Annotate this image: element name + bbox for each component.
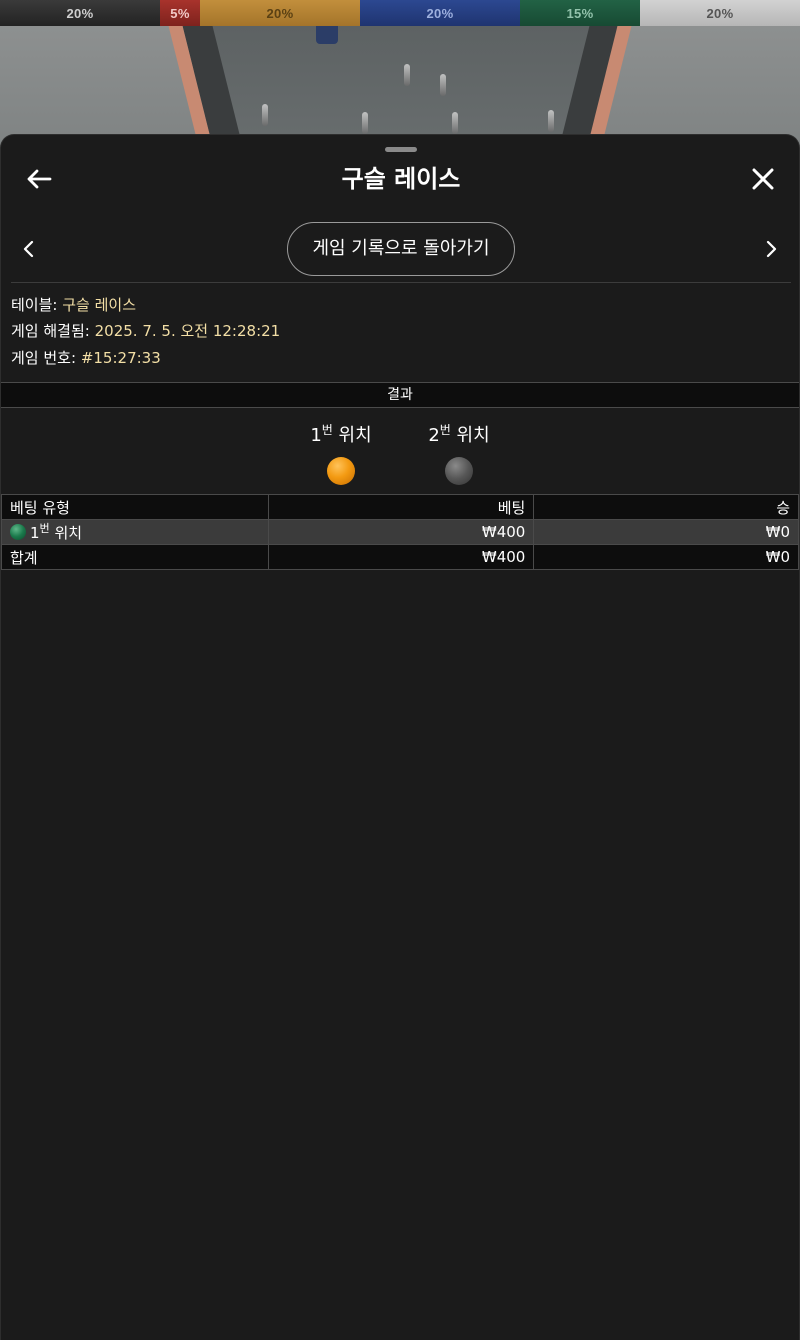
- position-label: 위치: [456, 425, 490, 446]
- game-detail-sheet: 구슬 레이스 게임 기록으로 돌아가기 테이블: 구슬 레이스 게임 해결됨: …: [0, 134, 800, 1340]
- percentage-bar: 20% 5% 20% 20% 15% 20%: [0, 0, 800, 26]
- close-icon: [752, 168, 774, 190]
- table-value: 구슬 레이스: [62, 296, 137, 314]
- back-to-history-button[interactable]: 게임 기록으로 돌아가기: [287, 222, 515, 276]
- percent-segment: 20%: [360, 0, 520, 26]
- percent-segment: 5%: [160, 0, 200, 26]
- back-button[interactable]: [21, 161, 57, 197]
- column-header-bet-type: 베팅 유형: [1, 494, 269, 520]
- total-label: 합계: [1, 544, 269, 570]
- win-amount-cell: ₩0: [533, 519, 799, 545]
- table-header-row: 베팅 유형 베팅 승: [1, 494, 799, 520]
- gray-marble-icon: [445, 457, 473, 485]
- arrow-left-icon: [27, 169, 52, 189]
- position-number: 2: [428, 425, 440, 446]
- table-label: 테이블:: [11, 296, 58, 314]
- game-number-info: 게임 번호: #15:27:33: [11, 348, 161, 368]
- position-number: 1: [310, 425, 322, 446]
- bet-amount-cell: ₩400: [267, 519, 535, 545]
- table-row: 1번 위치 ₩400 ₩0: [1, 519, 799, 545]
- game-number-label: 게임 번호:: [11, 349, 77, 367]
- divider: [11, 282, 791, 283]
- result-position-1: 1번 위치: [291, 423, 391, 485]
- bets-table: 베팅 유형 베팅 승 1번 위치 ₩400 ₩0 합계 ₩400 ₩0: [1, 494, 799, 570]
- chevron-right-icon: [766, 240, 777, 258]
- green-marble-icon: [10, 523, 26, 540]
- total-win-cell: ₩0: [533, 544, 799, 570]
- table-info: 테이블: 구슬 레이스: [11, 295, 136, 315]
- column-header-bet: 베팅: [267, 494, 535, 520]
- game-number-value: #15:27:33: [80, 349, 161, 367]
- percent-segment: 20%: [0, 0, 160, 26]
- column-header-win: 승: [533, 494, 799, 520]
- page-title: 구슬 레이스: [341, 165, 461, 193]
- close-button[interactable]: [745, 161, 781, 197]
- results-heading: 결과: [1, 382, 799, 408]
- chevron-left-icon: [23, 240, 34, 258]
- resolved-value: 2025. 7. 5. 오전 12:28:21: [94, 322, 281, 340]
- total-bet-cell: ₩400: [267, 544, 535, 570]
- result-position-2: 2번 위치: [409, 423, 509, 485]
- total-row: 합계 ₩400 ₩0: [1, 544, 799, 570]
- sheet-drag-handle[interactable]: [385, 147, 417, 152]
- bet-type-cell: 1번 위치: [1, 519, 269, 545]
- percent-segment: 20%: [200, 0, 360, 26]
- percent-segment: 20%: [640, 0, 800, 26]
- position-suffix: 번: [439, 423, 451, 437]
- resolved-info: 게임 해결됨: 2025. 7. 5. 오전 12:28:21: [11, 321, 280, 341]
- percent-segment: 15%: [520, 0, 640, 26]
- previous-game-button[interactable]: [13, 233, 45, 265]
- position-suffix: 번: [321, 423, 333, 437]
- resolved-label: 게임 해결됨:: [11, 322, 90, 340]
- next-game-button[interactable]: [755, 233, 787, 265]
- orange-marble-icon: [327, 457, 355, 485]
- position-label: 위치: [338, 425, 372, 446]
